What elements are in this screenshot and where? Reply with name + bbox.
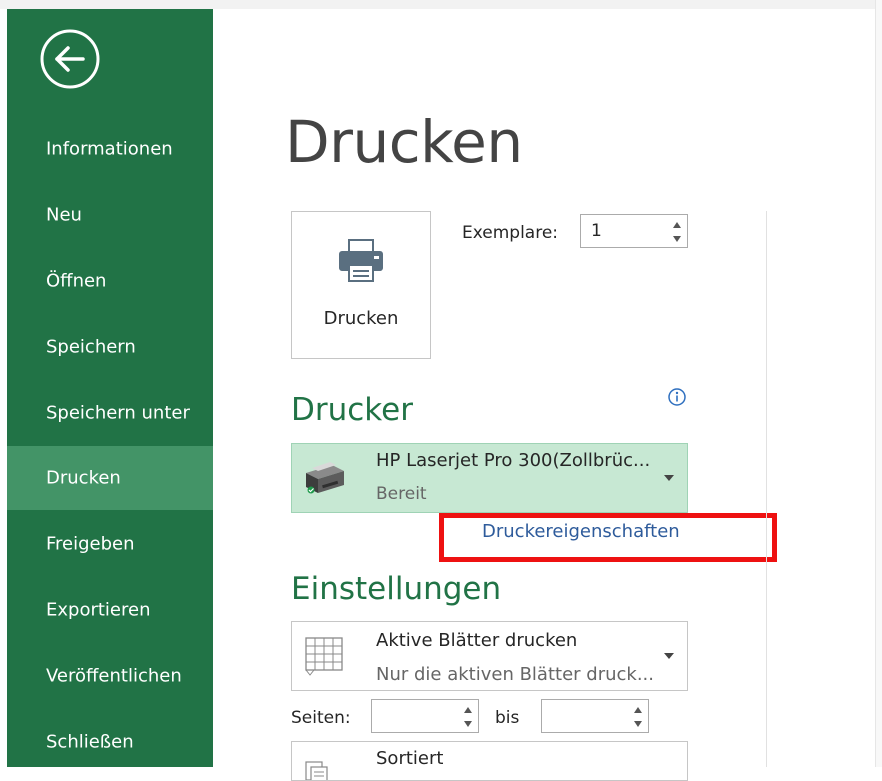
sidebar-item-label: Exportieren — [46, 599, 151, 621]
sidebar-item-label: Neu — [46, 204, 82, 226]
sidebar-item-freigeben[interactable]: Freigeben — [7, 512, 213, 576]
chevron-down-icon — [664, 475, 674, 481]
print-scope-title: Aktive Blätter drucken — [376, 630, 578, 651]
print-scope-dropdown[interactable]: Aktive Blätter drucken Nur die aktiven B… — [291, 621, 688, 691]
copies-input[interactable] — [589, 220, 663, 242]
pages-to-input[interactable] — [550, 705, 624, 727]
sidebar-item-label: Informationen — [46, 138, 173, 160]
collation-dropdown[interactable]: Sortiert — [291, 741, 688, 781]
printer-section-heading: Drucker — [291, 392, 413, 428]
sidebar-item-neu[interactable]: Neu — [7, 183, 213, 247]
pages-from-input[interactable] — [380, 705, 454, 727]
sidebar-item-label: Drucken — [46, 467, 121, 489]
printer-dropdown[interactable]: HP Laserjet Pro 300(Zollbrüc... Bereit — [291, 443, 688, 513]
spin-up-icon[interactable] — [670, 218, 684, 232]
sidebar-item-schliessen[interactable]: Schließen — [7, 710, 213, 774]
collate-pages-icon — [305, 761, 328, 780]
print-scope-subtitle: Nur die aktiven Blätter druck... — [376, 664, 654, 685]
sheet-grid-icon — [305, 637, 343, 676]
sidebar-item-drucken[interactable]: Drucken — [7, 446, 213, 510]
settings-section-heading: Einstellungen — [291, 571, 502, 607]
page-title: Drucken — [285, 108, 523, 176]
sidebar-item-speichern[interactable]: Speichern — [7, 315, 213, 379]
spin-down-icon[interactable] — [461, 717, 475, 731]
pages-to-stepper[interactable] — [541, 699, 649, 733]
chevron-down-icon — [664, 653, 674, 659]
sidebar-item-veroeffentlichen[interactable]: Veröffentlichen — [7, 644, 213, 708]
backstage-sidebar: Informationen Neu Öffnen Speichern Speic… — [7, 9, 213, 767]
sidebar-item-label: Schließen — [46, 731, 134, 753]
back-arrow-icon — [40, 29, 100, 89]
window-right-edge — [875, 0, 882, 767]
sidebar-item-informationen[interactable]: Informationen — [7, 117, 213, 181]
collation-title: Sortiert — [376, 748, 444, 769]
printer-device-icon — [306, 462, 344, 494]
sidebar-item-oeffnen[interactable]: Öffnen — [7, 249, 213, 313]
spin-up-icon[interactable] — [461, 703, 475, 717]
pages-from-stepper[interactable] — [371, 699, 479, 733]
preview-divider — [766, 211, 767, 767]
copies-label: Exemplare: — [462, 223, 559, 243]
spin-down-icon[interactable] — [631, 717, 645, 731]
back-button[interactable] — [40, 29, 100, 89]
sidebar-item-label: Veröffentlichen — [46, 665, 182, 687]
copies-stepper[interactable] — [580, 214, 688, 248]
sidebar-item-label: Speichern unter — [46, 402, 190, 424]
pages-to-label: bis — [495, 708, 520, 728]
pages-label: Seiten: — [291, 708, 351, 728]
spin-up-icon[interactable] — [631, 703, 645, 717]
sidebar-item-exportieren[interactable]: Exportieren — [7, 578, 213, 642]
print-button[interactable]: Drucken — [291, 211, 431, 359]
printer-status: Bereit — [376, 484, 427, 504]
printer-name: HP Laserjet Pro 300(Zollbrüc... — [376, 450, 651, 471]
highlight-box — [439, 513, 777, 562]
sidebar-item-label: Speichern — [46, 336, 136, 358]
print-button-label: Drucken — [323, 308, 399, 329]
sidebar-item-speichern-unter[interactable]: Speichern unter — [7, 381, 213, 445]
info-icon[interactable] — [667, 387, 687, 407]
spin-down-icon[interactable] — [670, 232, 684, 246]
sidebar-item-label: Freigeben — [46, 533, 135, 555]
sidebar-item-label: Öffnen — [46, 270, 107, 292]
window-top-strip — [0, 0, 882, 9]
window-left-edge — [0, 9, 7, 767]
printer-icon — [339, 239, 383, 282]
